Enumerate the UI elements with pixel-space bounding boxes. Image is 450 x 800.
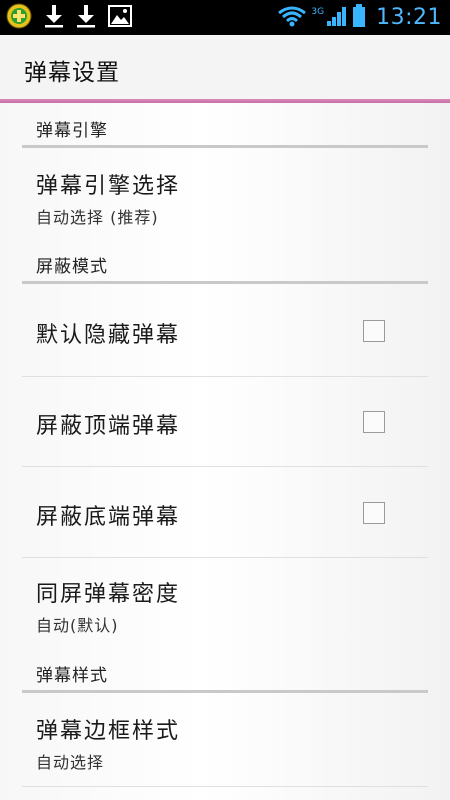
app-icon [6,3,32,33]
app-root: 3G 13:21 弹幕设置 弹幕引擎 弹幕引擎选择 自动选择 (推荐) 屏蔽模式… [0,0,450,800]
network-type: 3G [311,6,325,17]
pref-danmaku-border-style[interactable]: 弹幕边框样式 自动选择 [0,693,450,785]
pref-block-top-danmaku[interactable]: 屏蔽顶端弹幕 [0,377,450,467]
status-right-icons: 3G 13:21 [277,0,442,35]
download-icon [44,4,64,32]
section-title-danmaku-style: 弹幕样式 [36,666,108,686]
pref-danmaku-density-summary: 自动(默认) [36,616,119,635]
row-divider [22,786,428,787]
battery-icon [352,3,366,32]
page-title: 弹幕设置 [24,60,120,86]
pref-danmaku-density-label: 同屏弹幕密度 [36,582,181,607]
pref-danmaku-engine[interactable]: 弹幕引擎选择 自动选择 (推荐) [0,148,450,238]
pref-hide-danmaku-default-label: 默认隐藏弹幕 [36,323,181,348]
pref-danmaku-engine-label: 弹幕引擎选择 [36,174,181,199]
pref-hide-danmaku-default[interactable]: 默认隐藏弹幕 [0,284,450,376]
pref-hide-danmaku-default-checkbox[interactable] [363,320,385,342]
download-icon [76,4,96,32]
signal-icon [326,5,348,31]
pref-danmaku-density[interactable]: 同屏弹幕密度 自动(默认) [0,558,450,648]
status-time: 13:21 [376,5,442,30]
wifi-icon [277,5,307,31]
pref-block-bottom-danmaku-checkbox[interactable] [363,502,385,524]
title-bar: 弹幕设置 [0,35,450,100]
pref-block-top-danmaku-checkbox[interactable] [363,411,385,433]
section-title-danmaku-engine: 弹幕引擎 [36,121,108,141]
pref-block-top-danmaku-label: 屏蔽顶端弹幕 [36,414,181,439]
pref-danmaku-border-style-summary: 自动选择 [36,753,105,772]
title-underline [0,99,450,103]
status-left-icons [6,3,144,33]
pref-block-bottom-danmaku-label: 屏蔽底端弹幕 [36,505,181,530]
pref-danmaku-engine-summary: 自动选择 (推荐) [36,208,159,227]
status-bar: 3G 13:21 [0,0,450,35]
section-title-block-mode: 屏蔽模式 [36,257,108,277]
image-icon [108,4,132,31]
pref-danmaku-border-style-label: 弹幕边框样式 [36,719,181,744]
pref-block-bottom-danmaku[interactable]: 屏蔽底端弹幕 [0,467,450,558]
